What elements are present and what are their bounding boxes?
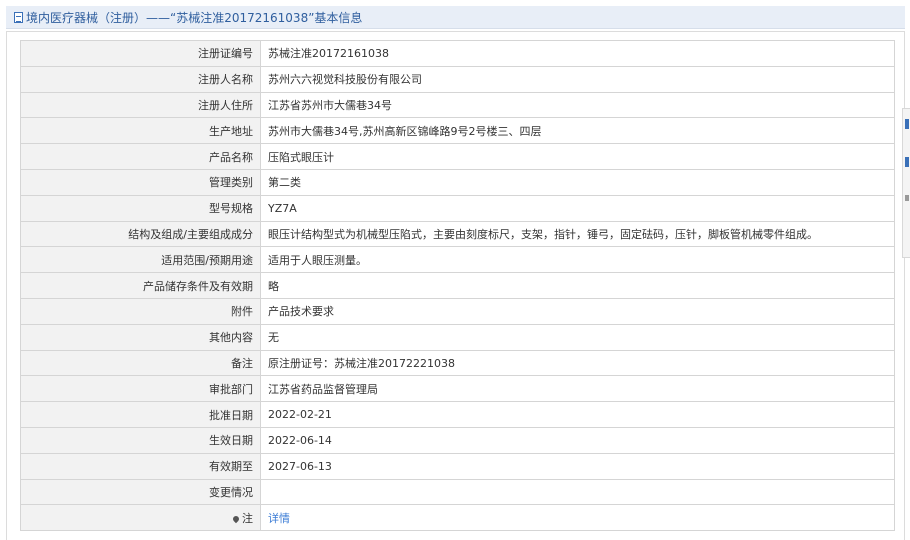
table-row: 有效期至 2027-06-13: [20, 452, 895, 480]
table-row: 其他内容无: [20, 323, 895, 351]
row-value: 苏州市大儒巷34号,苏州高新区锦峰路9号2号楼三、四层: [260, 117, 895, 145]
table-row: 管理类别 第二类: [20, 168, 895, 196]
row-label: 批准日期: [20, 401, 261, 428]
table-row: 审批部门 江苏省药品监督管理局: [20, 375, 895, 403]
note-row: 注 详情: [20, 504, 895, 532]
row-value: 略: [260, 272, 895, 299]
note-label-cell: 注: [20, 504, 261, 532]
table-row: 备注 原注册证号：苏械注准20172221038: [20, 349, 895, 377]
row-label: 生效日期: [20, 426, 261, 454]
page-title: 境内医疗器械（注册）——“苏械注准20172161038”基本信息: [26, 10, 363, 25]
table-row: 注册证编号 苏械注准20172161038: [20, 40, 895, 67]
note-label: 注: [242, 511, 253, 525]
note-value-cell: 详情: [260, 504, 895, 532]
document-icon: [14, 11, 23, 23]
row-value: 第二类: [260, 168, 895, 196]
info-panel: 注册证编号 苏械注准20172161038 注册人名称 苏州六六视觉科技股份有限公司…: [6, 31, 905, 540]
row-value: 适用于人眼压测量。: [260, 246, 895, 274]
table-row: 批准日期 2022-02-21: [20, 401, 895, 428]
row-value: 眼压计结构型式为机械型压陷式，主要由刻度标尺，支架，指针，锤弓，固定砝码，压针，…: [260, 220, 895, 248]
row-label: 注册人住所: [20, 91, 261, 119]
table-row: 注册人住所 江苏省苏州市大儒巷34号: [20, 91, 895, 119]
row-value: 2022-06-14: [260, 426, 895, 454]
row-label: 注册证编号: [20, 40, 261, 67]
side-marker-icon: [905, 195, 909, 201]
row-value: [260, 478, 895, 506]
row-label: 产品储存条件及有效期: [20, 272, 261, 299]
row-value: 2022-02-21: [260, 401, 895, 428]
row-value: 产品技术要求: [260, 297, 895, 325]
row-value: 压陷式眼压计: [260, 143, 895, 170]
row-label: 审批部门: [20, 375, 261, 403]
page-header: 境内医疗器械（注册）——“苏械注准20172161038”基本信息: [6, 6, 905, 29]
row-label: 结构及组成/主要组成成分: [20, 220, 261, 248]
row-value: 苏械注准20172161038: [260, 40, 895, 67]
table-row: 附件 产品技术要求: [20, 297, 895, 325]
row-label: 生产地址: [20, 117, 261, 145]
row-value: 江苏省苏州市大儒巷34号: [260, 91, 895, 119]
row-label: 适用范围/预期用途: [20, 246, 261, 274]
row-label: 注册人名称: [20, 65, 261, 93]
table-row: 产品储存条件及有效期略: [20, 272, 895, 299]
row-label: 变更情况: [20, 478, 261, 506]
table-row: 变更情况: [20, 478, 895, 506]
table-row: 产品名称 压陷式眼压计: [20, 143, 895, 170]
row-value: 江苏省药品监督管理局: [260, 375, 895, 403]
side-marker-icon: [905, 157, 909, 167]
row-label: 产品名称: [20, 143, 261, 170]
row-label: 备注: [20, 349, 261, 377]
row-label: 管理类别: [20, 168, 261, 196]
table-row: 适用范围/预期用途 适用于人眼压测量。: [20, 246, 895, 274]
row-label: 附件: [20, 297, 261, 325]
row-value: 苏州六六视觉科技股份有限公司: [260, 65, 895, 93]
table-row: 生效日期 2022-06-14: [20, 426, 895, 454]
table-row: 生产地址 苏州市大儒巷34号,苏州高新区锦峰路9号2号楼三、四层: [20, 117, 895, 145]
pin-icon: [231, 514, 241, 523]
row-label: 有效期至: [20, 452, 261, 480]
side-marker-icon: [905, 119, 909, 129]
table-row: 结构及组成/主要组成成分 眼压计结构型式为机械型压陷式，主要由刻度标尺，支架，指针…: [20, 220, 895, 248]
details-link[interactable]: 详情: [268, 512, 290, 525]
table-row: 型号规格 YZ7A: [20, 194, 895, 222]
table-row: 注册人名称 苏州六六视觉科技股份有限公司: [20, 65, 895, 93]
row-value: YZ7A: [260, 194, 895, 222]
row-label: 其他内容: [20, 323, 261, 351]
row-label: 型号规格: [20, 194, 261, 222]
side-toolbar[interactable]: [902, 108, 910, 258]
info-table: 注册证编号 苏械注准20172161038 注册人名称 苏州六六视觉科技股份有限公司…: [20, 40, 895, 532]
row-value: 原注册证号：苏械注准20172221038: [260, 349, 895, 377]
row-value: 无: [260, 323, 895, 351]
row-value: 2027-06-13: [260, 452, 895, 480]
